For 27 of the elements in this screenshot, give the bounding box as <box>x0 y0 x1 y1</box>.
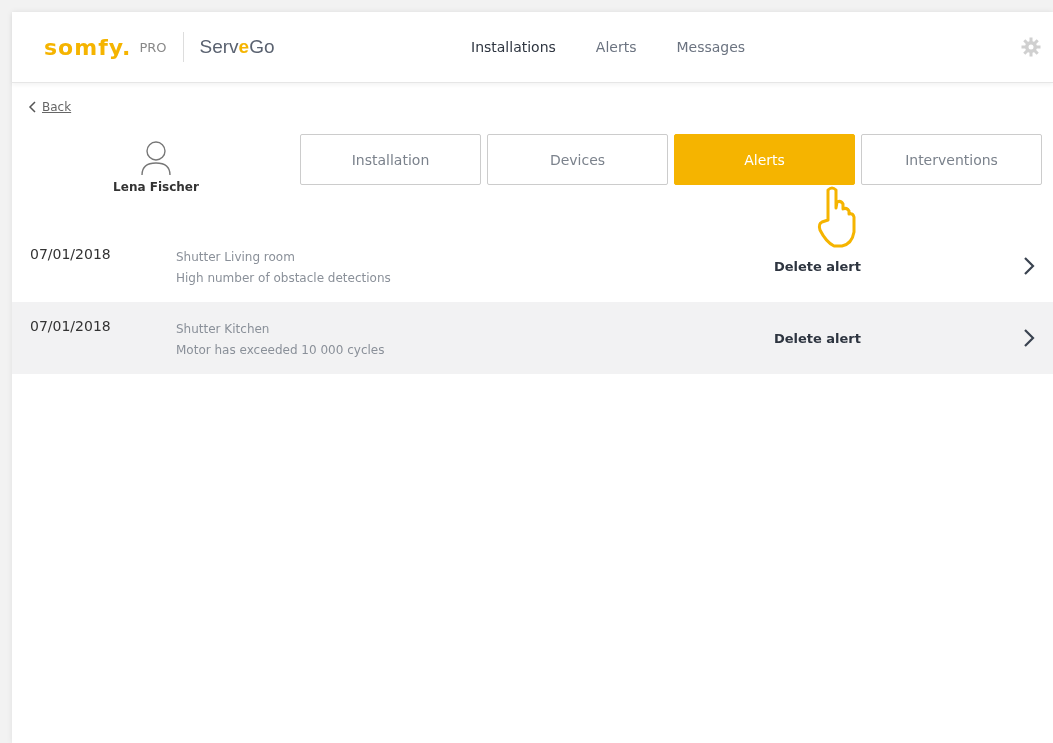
device-name: Shutter Living room <box>176 249 296 266</box>
chevron-left-icon <box>28 101 36 113</box>
back-link[interactable]: Back <box>28 100 72 114</box>
tab[interactable]: Interventions <box>861 134 1042 185</box>
device-name: Shutter Kitchen <box>176 321 271 338</box>
back-label: Back <box>42 100 72 114</box>
chevron-right-icon <box>1023 328 1035 348</box>
product-logo: ServeGo <box>199 36 275 58</box>
alert-row[interactable]: 07/01/2018 Shutter Kitchen Motor has exceeded 10 000 cycles Delete alert <box>12 302 1053 374</box>
alert-message: Motor has exceeded 10 000 cycles <box>176 342 386 359</box>
tab[interactable]: Devices <box>487 134 668 185</box>
customer-name: Lena Fischer <box>113 180 199 194</box>
nav-link[interactable]: Messages <box>676 39 746 55</box>
chevron-right-icon <box>1023 256 1035 276</box>
settings-icon <box>1021 37 1041 57</box>
alert-message: High number of obstacle detections <box>176 270 392 287</box>
tab[interactable]: Installation <box>300 134 481 185</box>
alert-row[interactable]: 07/01/2018 Shutter Living room High number of obstacle detections Delete alert <box>12 230 1053 302</box>
alert-date: 07/01/2018 <box>30 245 112 262</box>
alert-date: 07/01/2018 <box>30 317 112 334</box>
nav-link[interactable]: Alerts <box>595 39 637 55</box>
person-icon <box>139 140 173 176</box>
brand-suffix: PRO <box>139 39 167 55</box>
nav-link[interactable]: Installations <box>471 39 556 55</box>
brand-logo: somfy. <box>44 34 132 60</box>
delete-alert-link[interactable]: Delete alert <box>773 330 861 346</box>
delete-alert-link[interactable]: Delete alert <box>773 258 861 274</box>
